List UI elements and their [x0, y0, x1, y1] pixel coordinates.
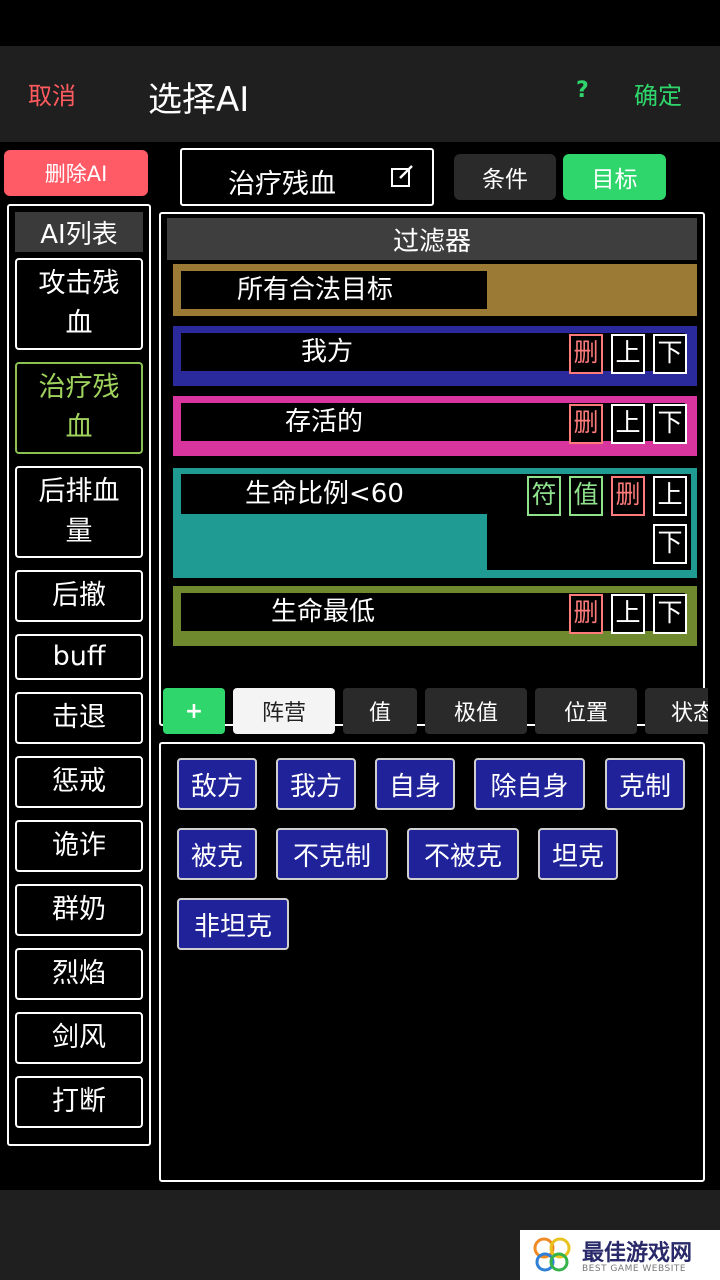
- ai-list-item-label: buff: [52, 641, 106, 672]
- ai-list-title: AI列表: [15, 212, 143, 252]
- category-tab-bar: + 阵营 值 极值 位置 状态: [163, 686, 708, 736]
- ai-list-item-label: 后排血量: [38, 476, 120, 547]
- add-filter-button[interactable]: +: [163, 688, 225, 734]
- ai-list-item[interactable]: 打断: [15, 1076, 143, 1128]
- main-content: 删除AI AI列表 攻击残血 治疗残血 后排血量 后撤 buff 击退 惩戒 诡…: [0, 142, 720, 1190]
- ai-list-item-label: 攻击残血: [38, 268, 120, 339]
- cancel-button[interactable]: 取消: [28, 76, 76, 111]
- filter-label: 所有合法目标: [237, 275, 394, 305]
- option-button[interactable]: 自身: [375, 758, 455, 810]
- ai-list-item[interactable]: 剑风: [15, 1012, 143, 1064]
- option-button[interactable]: 敌方: [177, 758, 257, 810]
- butterfly-logo-icon: [533, 1237, 571, 1272]
- filter-row[interactable]: 生命比例<60 符 值 删 上 下: [173, 468, 697, 578]
- option-button[interactable]: 坦克: [538, 828, 618, 880]
- delete-ai-button[interactable]: 删除AI: [4, 150, 148, 196]
- header-bar: 取消 选择AI ? 确定: [0, 46, 720, 142]
- filter-label: 生命比例<60: [245, 479, 404, 509]
- option-button[interactable]: 克制: [605, 758, 685, 810]
- filter-move-up-button[interactable]: 上: [611, 334, 645, 374]
- filter-row[interactable]: 生命最低 删 上 下: [173, 586, 697, 646]
- status-bar: [0, 0, 720, 46]
- filter-delete-button[interactable]: 删: [611, 476, 645, 516]
- option-panel: 敌方 我方 自身 除自身 克制 被克 不克制 不被克 坦克 非坦克: [159, 742, 705, 1182]
- option-button[interactable]: 我方: [276, 758, 356, 810]
- ai-list-item-label: 剑风: [52, 1022, 106, 1053]
- ai-list-item[interactable]: 诡诈: [15, 820, 143, 872]
- ai-list-item-label: 诡诈: [52, 830, 106, 861]
- ai-list-item[interactable]: 后撤: [15, 570, 143, 622]
- ai-list-panel: AI列表 攻击残血 治疗残血 后排血量 后撤 buff 击退 惩戒 诡诈 群奶 …: [7, 204, 151, 1146]
- tab-faction[interactable]: 阵营: [233, 688, 335, 734]
- watermark-subtitle: BEST GAME WEBSITE: [582, 1264, 687, 1274]
- filter-panel-title: 过滤器: [167, 218, 697, 260]
- ai-list-item-label: 打断: [52, 1086, 106, 1117]
- option-button[interactable]: 不克制: [276, 828, 388, 880]
- ai-name-text: 治疗残血: [228, 169, 336, 200]
- filter-label-text: 我方: [301, 337, 354, 367]
- filter-move-up-button[interactable]: 上: [611, 594, 645, 634]
- ai-list-item[interactable]: 烈焰: [15, 948, 143, 1000]
- ai-list-item-label: 烈焰: [52, 958, 106, 989]
- help-button[interactable]: ?: [576, 78, 589, 103]
- filter-delete-button[interactable]: 删: [569, 404, 603, 444]
- filter-symbol-button[interactable]: 符: [527, 476, 561, 516]
- option-button[interactable]: 非坦克: [177, 898, 289, 950]
- ai-list-item[interactable]: 群奶: [15, 884, 143, 936]
- ai-list-item[interactable]: buff: [15, 634, 143, 680]
- edit-icon[interactable]: [389, 164, 415, 190]
- ai-list-item-label: 群奶: [52, 894, 106, 925]
- tab-condition[interactable]: 条件: [454, 154, 556, 200]
- watermark-title: 最佳游戏网: [582, 1241, 693, 1266]
- tab-status[interactable]: 状态: [645, 688, 708, 734]
- tab-target[interactable]: 目标: [563, 154, 666, 200]
- filter-row[interactable]: 所有合法目标: [173, 264, 697, 316]
- ai-list-item-label: 击退: [52, 702, 106, 733]
- filter-row[interactable]: 我方 我方 删 上 下: [173, 326, 697, 386]
- filter-move-down-button[interactable]: 下: [653, 404, 687, 444]
- filter-label: 存活的: [285, 407, 364, 437]
- tab-extreme[interactable]: 极值: [425, 688, 527, 734]
- page-title: 选择AI: [148, 80, 250, 120]
- option-button[interactable]: 不被克: [407, 828, 519, 880]
- filter-move-down-button[interactable]: 下: [653, 594, 687, 634]
- confirm-button[interactable]: 确定: [634, 76, 682, 111]
- filter-row[interactable]: 存活的 删 上 下: [173, 396, 697, 456]
- filter-value-button[interactable]: 值: [569, 476, 603, 516]
- ai-list-item-label: 后撤: [52, 580, 106, 611]
- ai-list-item[interactable]: 击退: [15, 692, 143, 744]
- ai-list-item[interactable]: 后排血量: [15, 466, 143, 558]
- ai-list-item-label: 治疗残血: [38, 372, 120, 443]
- ai-list-item[interactable]: 攻击残血: [15, 258, 143, 350]
- watermark: 最佳游戏网 BEST GAME WEBSITE: [520, 1230, 720, 1280]
- filter-move-up-button[interactable]: 上: [611, 404, 645, 444]
- filter-delete-button[interactable]: 删: [569, 334, 603, 374]
- tab-value[interactable]: 值: [343, 688, 417, 734]
- ai-list-item[interactable]: 惩戒: [15, 756, 143, 808]
- filter-move-down-button[interactable]: 下: [653, 334, 687, 374]
- ai-list-item-selected[interactable]: 治疗残血: [15, 362, 143, 454]
- ai-name-field[interactable]: 治疗残血: [180, 148, 434, 206]
- option-button[interactable]: 被克: [177, 828, 257, 880]
- filter-move-up-button[interactable]: 上: [653, 476, 687, 516]
- tab-position[interactable]: 位置: [535, 688, 637, 734]
- filter-move-down-button[interactable]: 下: [653, 524, 687, 564]
- filter-delete-button[interactable]: 删: [569, 594, 603, 634]
- filter-panel: 过滤器 所有合法目标 我方 我方 删 上 下 存活的 删 上 下 生命: [159, 212, 705, 726]
- option-button[interactable]: 除自身: [474, 758, 585, 810]
- filter-label: 生命最低: [271, 597, 376, 627]
- ai-list-item-label: 惩戒: [52, 766, 106, 797]
